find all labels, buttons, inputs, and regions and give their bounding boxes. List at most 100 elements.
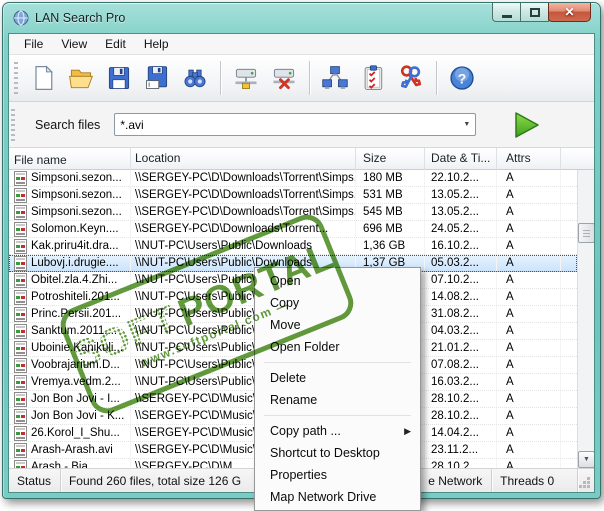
- context-menu-item-copy-path[interactable]: Copy path ... ▶: [255, 420, 420, 442]
- attrs-cell: A: [497, 306, 561, 322]
- toolbar-grip[interactable]: [14, 62, 18, 94]
- maximize-button[interactable]: [520, 3, 549, 22]
- menubar-item-view[interactable]: View: [52, 35, 96, 53]
- status-threads: Threads 0: [492, 469, 578, 492]
- screenshot-stage: LAN Search Pro ✕ File View Edit Help ? S…: [0, 0, 604, 511]
- column-header-size[interactable]: Size: [356, 148, 425, 170]
- attrs-cell: A: [497, 323, 561, 339]
- menu-item-label: Rename: [270, 393, 318, 407]
- scroll-down-button[interactable]: ▼: [578, 451, 594, 468]
- table-row[interactable]: Solomon.Keyn.... \\SERGEY-PC\D\Downloads\…: [9, 221, 577, 238]
- column-header-attrs[interactable]: Attrs: [497, 148, 561, 170]
- file-name-text: 26.Korol_I_Shu...: [31, 427, 120, 439]
- column-header-file-name[interactable]: File name: [9, 148, 131, 170]
- file-name-cell: Simpsoni.sezon...: [9, 187, 131, 203]
- file-name-cell: Jon Bon Jovi - I...: [9, 391, 131, 407]
- new-file-button[interactable]: [24, 58, 62, 98]
- media-file-icon: [14, 323, 27, 339]
- menu-separator: [264, 415, 411, 416]
- help-button[interactable]: ?: [443, 58, 481, 98]
- scroll-down-icon: ▼: [583, 456, 590, 463]
- context-menu-item-map-network-drive[interactable]: Map Network Drive: [255, 486, 420, 508]
- permissions-button[interactable]: [392, 58, 430, 98]
- context-menu-item-copy[interactable]: Copy: [255, 292, 420, 314]
- row-filler: [561, 170, 577, 186]
- file-name-cell: Voobrajarium.D...: [9, 357, 131, 373]
- column-header-location[interactable]: Location: [131, 148, 356, 170]
- row-filler: [561, 187, 577, 203]
- save-button[interactable]: [100, 58, 138, 98]
- find-button[interactable]: [176, 58, 214, 98]
- date-cell: 07.08.2...: [425, 357, 497, 373]
- map-drive-button[interactable]: [227, 58, 265, 98]
- scan-options-button[interactable]: [354, 58, 392, 98]
- attrs-cell: A: [497, 170, 561, 186]
- context-menu-item-move[interactable]: Move: [255, 314, 420, 336]
- resize-grip[interactable]: [578, 469, 594, 492]
- context-menu-item-properties[interactable]: Properties: [255, 464, 420, 486]
- row-filler: [561, 408, 577, 424]
- search-label: Search files: [35, 117, 101, 132]
- menubar-item-file[interactable]: File: [15, 35, 52, 53]
- toolbar: ?: [9, 55, 594, 102]
- network-button[interactable]: [316, 58, 354, 98]
- svg-text:?: ?: [458, 70, 467, 86]
- media-file-icon: [14, 221, 27, 237]
- menubar-item-edit[interactable]: Edit: [96, 35, 135, 53]
- chevron-down-icon[interactable]: ▼: [458, 114, 475, 135]
- file-name-cell: Simpsoni.sezon...: [9, 204, 131, 220]
- date-cell: 28.10.2...: [425, 408, 497, 424]
- attrs-cell: A: [497, 340, 561, 356]
- file-name-cell: Arash - Bia...: [9, 459, 131, 468]
- start-search-button[interactable]: [510, 109, 542, 141]
- file-name-text: Jon Bon Jovi - I...: [31, 393, 120, 405]
- context-menu-item-shortcut-to-desktop[interactable]: Shortcut to Desktop: [255, 442, 420, 464]
- attrs-cell: A: [497, 187, 561, 203]
- file-name-text: Simpsoni.sezon...: [31, 189, 122, 201]
- date-cell: 14.08.2...: [425, 289, 497, 305]
- row-filler: [561, 459, 577, 468]
- disconnect-drive-button[interactable]: [265, 58, 303, 98]
- row-filler: [561, 357, 577, 373]
- file-name-text: Vremya.vedm.2...: [31, 376, 121, 388]
- checklist-icon: [364, 65, 383, 90]
- close-button[interactable]: ✕: [548, 3, 591, 22]
- attrs-cell: A: [497, 238, 561, 254]
- minimize-button[interactable]: [492, 3, 521, 22]
- search-input[interactable]: *.avi ▼: [114, 113, 477, 136]
- context-menu-item-rename[interactable]: Rename: [255, 389, 420, 411]
- date-cell: 13.05.2...: [425, 204, 497, 220]
- date-cell: 14.04.2...: [425, 425, 497, 441]
- table-row[interactable]: Kak.priru4it.dra... \\NUT-PC\Users\Public…: [9, 238, 577, 255]
- date-cell: 07.10.2...: [425, 272, 497, 288]
- row-filler: [561, 289, 577, 305]
- attrs-cell: A: [497, 289, 561, 305]
- date-cell: 13.05.2...: [425, 187, 497, 203]
- media-file-icon: [14, 459, 27, 468]
- file-name-text: Potroshiteli.201...: [31, 291, 120, 303]
- search-bar-grip[interactable]: [11, 108, 15, 141]
- media-file-icon: [14, 204, 27, 220]
- size-cell: 696 MB: [356, 221, 425, 237]
- column-header-date-ti[interactable]: Date & Ti...: [425, 148, 497, 170]
- table-row[interactable]: Simpsoni.sezon... \\SERGEY-PC\D\Downloads…: [9, 187, 577, 204]
- menu-item-label: Copy path ...: [270, 424, 341, 438]
- menubar-item-help[interactable]: Help: [135, 35, 178, 53]
- save-as-button[interactable]: [138, 58, 176, 98]
- vertical-scrollbar[interactable]: ▲ ▼: [577, 148, 594, 468]
- table-row[interactable]: Simpsoni.sezon... \\SERGEY-PC\D\Downloads…: [9, 170, 577, 187]
- row-filler: [561, 442, 577, 458]
- context-menu-item-delete[interactable]: Delete: [255, 367, 420, 389]
- scrollbar-thumb[interactable]: [578, 223, 594, 243]
- title-bar[interactable]: LAN Search Pro ✕: [3, 3, 600, 33]
- media-file-icon: [14, 391, 27, 407]
- file-name-cell: Simpsoni.sezon...: [9, 170, 131, 186]
- table-row[interactable]: Simpsoni.sezon... \\SERGEY-PC\D\Downloads…: [9, 204, 577, 221]
- app-icon: [13, 10, 29, 26]
- media-file-icon: [14, 272, 27, 288]
- menu-item-label: Map Network Drive: [270, 490, 377, 504]
- attrs-cell: A: [497, 408, 561, 424]
- context-menu-item-open-folder[interactable]: Open Folder: [255, 336, 420, 358]
- open-folder-button[interactable]: [62, 58, 100, 98]
- context-menu-item-open[interactable]: Open: [255, 270, 420, 292]
